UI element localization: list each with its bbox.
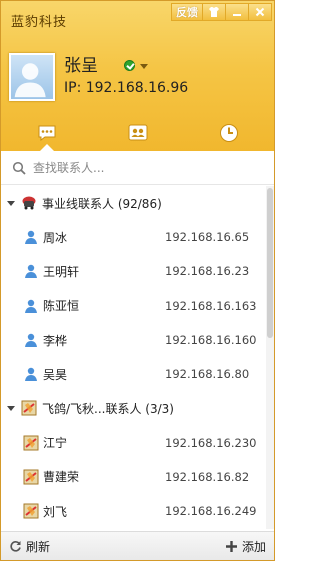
search-icon (12, 161, 26, 175)
close-icon (255, 7, 265, 17)
contact-ip: 192.168.16.82 (165, 469, 250, 484)
contact-name: 刘飞 (43, 504, 68, 519)
online-status-icon[interactable] (124, 60, 135, 71)
feige-group-icon (21, 400, 37, 416)
refresh-icon (10, 540, 21, 552)
contact-item[interactable]: 王明轩 192.168.16.23 (1, 254, 274, 288)
contact-name: 王明轩 (43, 264, 80, 279)
clock-icon (219, 124, 238, 142)
contact-name: 曹建荣 (43, 470, 80, 485)
feige-icon (23, 503, 39, 519)
contact-name: 江宁 (43, 436, 68, 451)
user-name: 张呈 (64, 56, 98, 76)
close-button[interactable] (248, 3, 272, 21)
group-label: 飞鸽/飞秋...联系人 (3/3) (42, 401, 174, 416)
contacts-group-icon (128, 124, 147, 141)
header: 蓝豹科技 反馈 张呈 IP: 192.168.16.96 (1, 1, 274, 151)
expand-triangle-icon[interactable] (7, 405, 15, 411)
contact-list: 事业线联系人 (92/86) 周冰 192.168.16.65 王明轩 192.168.… (1, 186, 274, 529)
contact-ip: 192.168.16.163 (165, 298, 257, 313)
contact-name: 陈亚恒 (43, 299, 80, 314)
contact-name: 吴昊 (43, 367, 68, 382)
tab-messages[interactable] (1, 117, 92, 151)
plus-icon (225, 540, 237, 552)
scrollbar[interactable] (266, 186, 274, 529)
search-input[interactable] (33, 160, 233, 175)
app-title: 蓝豹科技 (11, 15, 68, 30)
add-label: 添加 (241, 539, 266, 554)
refresh-button[interactable]: 刷新 (1, 538, 58, 555)
tab-contacts[interactable] (92, 117, 183, 151)
add-contact-button[interactable]: 添加 (217, 538, 274, 555)
group-icon (22, 196, 36, 210)
contact-ip: 192.168.16.160 (165, 333, 257, 348)
avatar[interactable] (9, 53, 55, 101)
feige-icon (23, 435, 39, 451)
contact-item[interactable]: 周冰 192.168.16.65 (1, 220, 274, 254)
chevron-down-icon[interactable] (140, 64, 148, 69)
skin-button[interactable] (202, 3, 226, 21)
refresh-label: 刷新 (26, 539, 51, 554)
person-icon (25, 265, 37, 279)
minimize-button[interactable] (225, 3, 249, 21)
main-tabs (1, 117, 274, 151)
chat-bubble-icon (38, 125, 55, 141)
person-icon (25, 368, 37, 382)
contact-group[interactable]: 事业线联系人 (92/86) (1, 186, 274, 220)
contact-group[interactable]: 飞鸽/飞秋...联系人 (3/3) (1, 391, 274, 425)
contact-ip: 192.168.16.230 (165, 435, 257, 450)
contact-item[interactable]: 李桦 192.168.16.160 (1, 323, 274, 357)
tab-history[interactable] (183, 117, 274, 151)
user-avatar-icon (14, 63, 46, 98)
contact-ip: 192.168.16.80 (165, 367, 250, 382)
user-ip: IP: 192.168.16.96 (64, 80, 189, 96)
contact-item[interactable]: 陈亚恒 192.168.16.163 (1, 289, 274, 323)
feige-icon (23, 469, 39, 485)
contact-ip: 192.168.16.65 (165, 230, 250, 245)
person-icon (25, 333, 37, 348)
shirt-icon (209, 7, 219, 17)
contact-item[interactable]: 曹建荣 192.168.16.82 (1, 460, 274, 494)
contact-ip: 192.168.16.23 (165, 264, 250, 279)
contact-item[interactable]: 吴昊 192.168.16.80 (1, 357, 274, 391)
person-icon (25, 299, 37, 313)
feedback-button[interactable]: 反馈 (171, 3, 203, 21)
bottom-bar: 刷新 添加 (1, 531, 274, 560)
expand-triangle-icon[interactable] (7, 200, 15, 206)
scrollbar-thumb[interactable] (267, 188, 273, 338)
contact-item[interactable]: 江宁 192.168.16.230 (1, 425, 274, 459)
group-label: 事业线联系人 (92/86) (42, 196, 162, 211)
contact-item[interactable]: 刘飞 192.168.16.249 (1, 494, 274, 528)
person-icon (25, 230, 37, 245)
app-window: 蓝豹科技 反馈 张呈 IP: 192.168.16.96 查找联系人... 事业… (0, 0, 275, 561)
minimize-icon (233, 14, 241, 16)
title-controls: 反馈 (171, 3, 272, 21)
contact-name: 周冰 (43, 230, 68, 245)
contact-name: 李桦 (43, 333, 68, 348)
contact-ip: 192.168.16.249 (165, 504, 257, 519)
search-bar (1, 151, 274, 185)
